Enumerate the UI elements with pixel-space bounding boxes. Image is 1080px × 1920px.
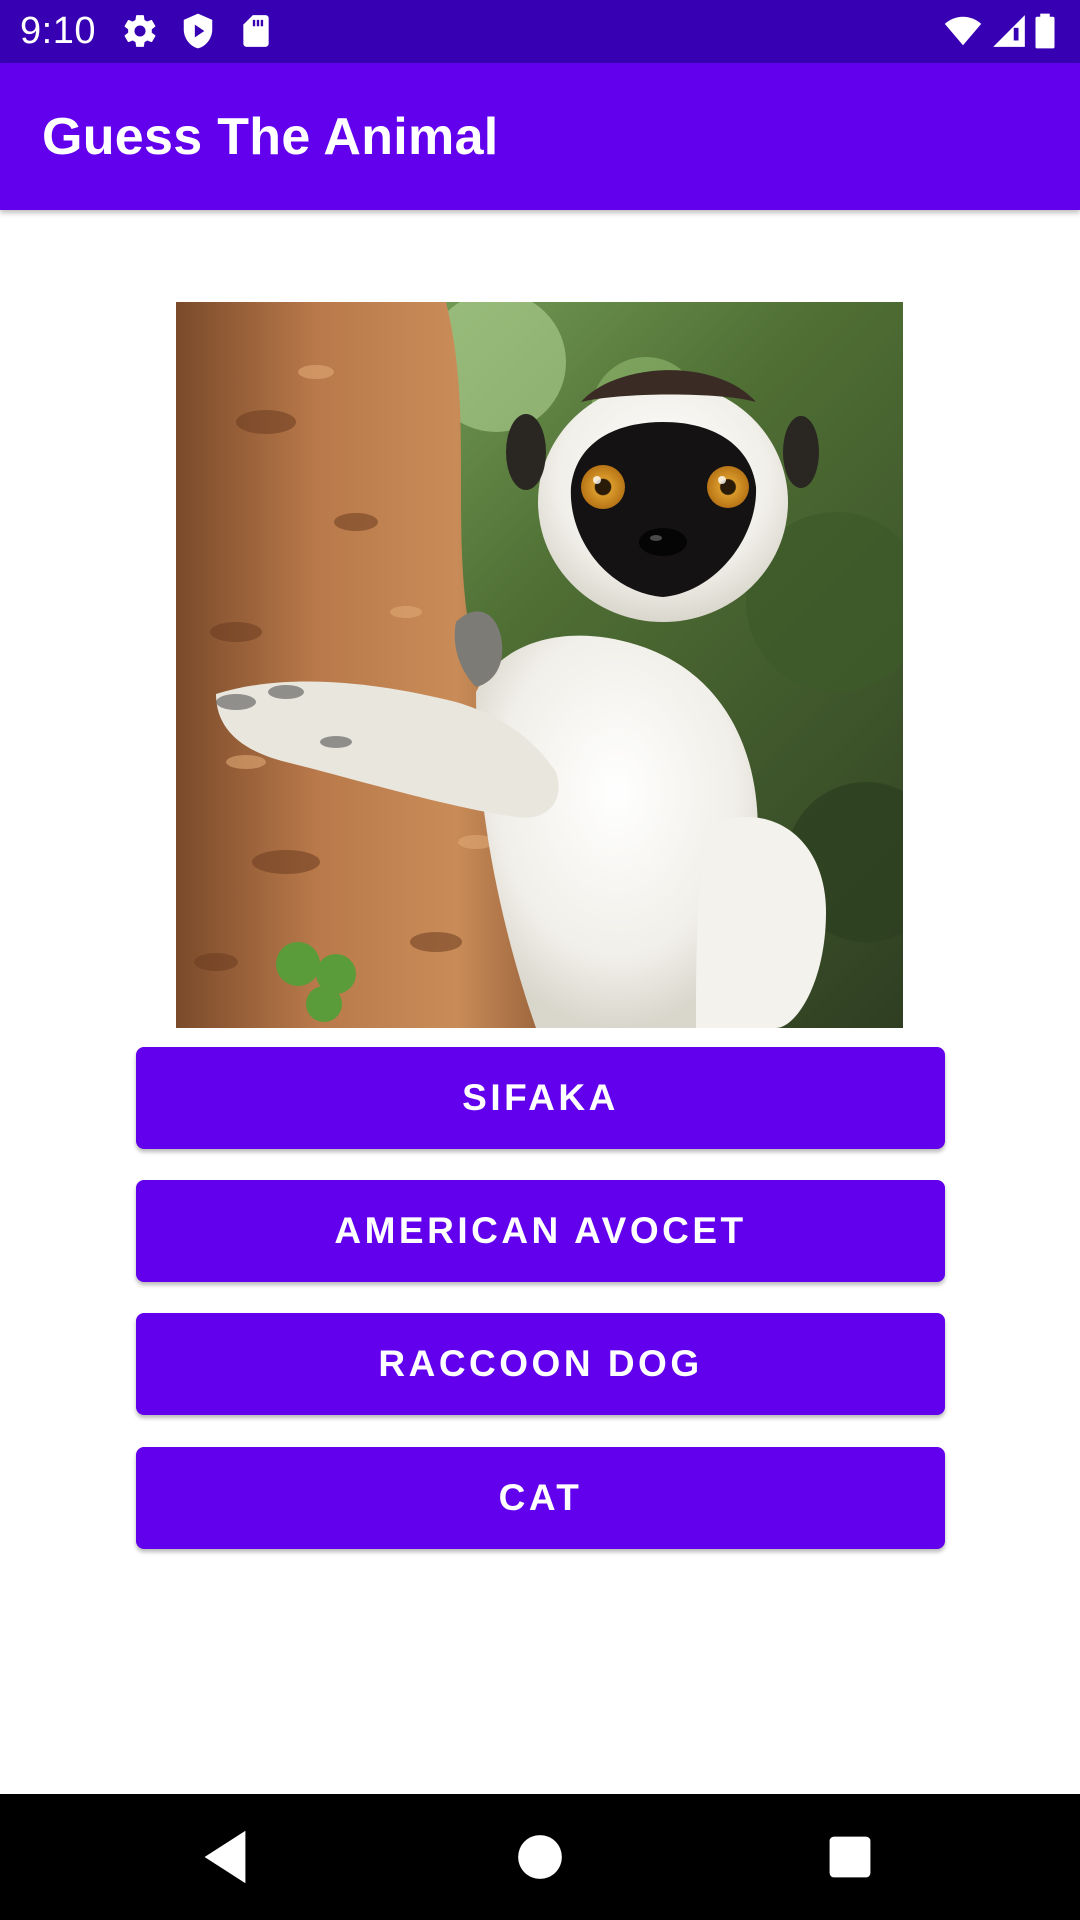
- status-time: 9:10: [20, 10, 96, 52]
- status-bar: 9:10: [0, 0, 1080, 63]
- battery-icon: [1030, 12, 1060, 50]
- answer-button-cat[interactable]: CAT: [136, 1447, 945, 1549]
- animal-image: [176, 302, 903, 1028]
- shield-play-icon: [179, 12, 217, 50]
- answer-button-sifaka[interactable]: SIFAKA: [136, 1047, 945, 1149]
- navigation-bar: [0, 1794, 1080, 1920]
- back-icon[interactable]: [190, 1822, 260, 1892]
- cell-signal-icon: [990, 12, 1028, 50]
- app-bar: Guess The Animal: [0, 63, 1080, 210]
- gear-icon: [121, 12, 159, 50]
- answer-button-american-avocet[interactable]: AMERICAN AVOCET: [136, 1180, 945, 1282]
- recents-icon[interactable]: [815, 1822, 885, 1892]
- sd-card-icon: [237, 12, 275, 50]
- home-icon[interactable]: [505, 1822, 575, 1892]
- answer-button-raccoon-dog[interactable]: RACCOON DOG: [136, 1313, 945, 1415]
- app-title: Guess The Animal: [42, 108, 499, 166]
- wifi-icon: [942, 12, 984, 50]
- screen: 9:10 Guess The Animal SIFAKA AMERICAN AV…: [0, 0, 1080, 1920]
